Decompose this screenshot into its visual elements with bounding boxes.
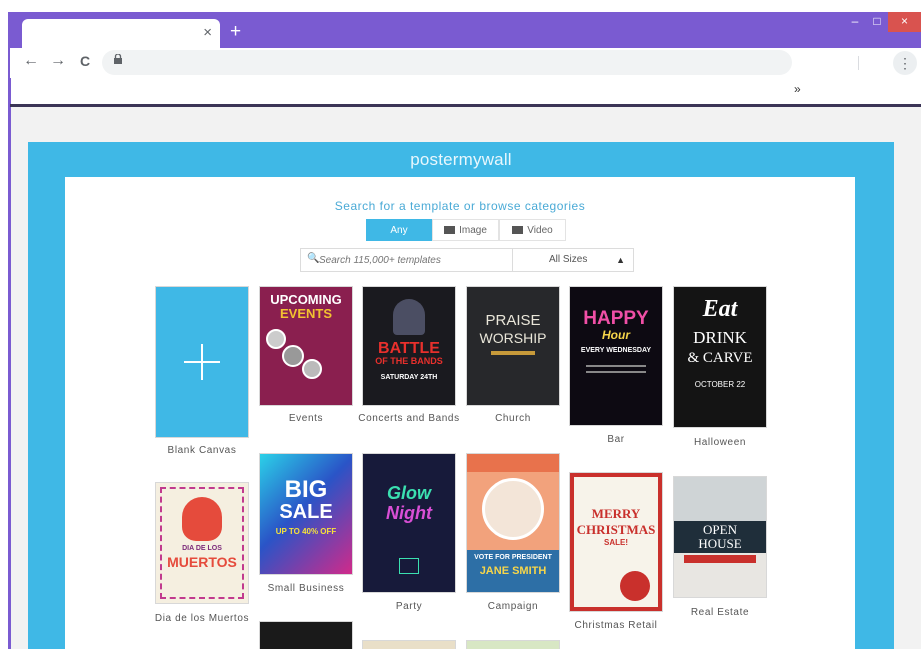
template-panel: Search for a template or browse categori… (65, 177, 855, 649)
category-label[interactable]: Small Business (246, 582, 366, 595)
browser-tab[interactable]: × (22, 19, 220, 48)
template-search[interactable]: 🔍 (300, 248, 513, 272)
category-label[interactable]: Christmas Retail (556, 619, 676, 632)
size-select[interactable]: All Sizes ▲ (512, 248, 634, 272)
reload-icon[interactable]: C (76, 52, 94, 70)
events-poster-thumb[interactable]: UPCOMING EVENTS (260, 287, 352, 405)
back-arrow-icon[interactable]: ← (22, 52, 40, 70)
postermywall-widget: postermywall Search for a template or br… (28, 142, 894, 649)
image-icon (444, 226, 456, 234)
category-label[interactable]: Real Estate (660, 606, 780, 619)
brand-logo[interactable]: postermywall (28, 150, 894, 170)
forward-arrow-icon[interactable]: → (49, 52, 67, 70)
video-camera-icon (512, 226, 524, 234)
party-poster-thumb[interactable]: Glow Night (363, 454, 455, 592)
browser-menu-icon[interactable]: ⋮ (893, 51, 917, 75)
category-label[interactable]: Blank Canvas (142, 444, 262, 457)
category-label[interactable]: Concerts and Bands (349, 412, 469, 425)
select-arrows-icon: ▲ (616, 255, 625, 265)
category-label[interactable]: Halloween (660, 436, 780, 449)
christmas-poster-thumb[interactable]: MERRY CHRISTMAS SALE! (570, 473, 662, 611)
category-label[interactable]: Party (349, 600, 469, 613)
tab-close-icon[interactable]: × (203, 23, 212, 43)
partial-poster-thumb[interactable] (260, 622, 352, 649)
real-estate-poster-thumb[interactable]: OPEN HOUSE (674, 477, 766, 597)
address-bar[interactable] (102, 50, 792, 75)
church-poster-thumb[interactable]: PRAISE WORSHIP (467, 287, 559, 405)
search-heading: Search for a template or browse categori… (334, 199, 586, 213)
filter-any-tab[interactable]: Any (366, 219, 432, 241)
lock-icon (114, 53, 122, 67)
minimize-button[interactable]: – (844, 12, 866, 32)
maximize-button[interactable]: □ (866, 12, 888, 32)
search-input[interactable] (319, 250, 507, 270)
toolbar-divider (858, 56, 859, 70)
category-label[interactable]: Dia de los Muertos (142, 612, 262, 625)
new-tab-button[interactable]: + (230, 20, 241, 44)
bookmarks-overflow-icon[interactable]: » (794, 82, 801, 96)
small-business-poster-thumb[interactable]: BIG SALE UP TO 40% OFF (260, 454, 352, 574)
muertos-poster-thumb[interactable]: DIA DE LOS MUERTOS (156, 483, 248, 603)
category-label[interactable]: Church (453, 412, 573, 425)
category-label[interactable]: Campaign (453, 600, 573, 613)
filter-image-tab[interactable]: Image (432, 219, 499, 241)
concerts-poster-thumb[interactable]: BATTLE OF THE BANDS SATURDAY 24TH (363, 287, 455, 405)
category-label[interactable]: Bar (556, 433, 676, 446)
bar-poster-thumb[interactable]: HAPPY Hour EVERY WEDNESDAY (570, 287, 662, 425)
search-icon: 🔍 (307, 253, 320, 264)
partial-poster-thumb[interactable] (467, 641, 559, 649)
partial-poster-thumb[interactable] (363, 641, 455, 649)
halloween-poster-thumb[interactable]: Eat DRINK & CARVE OCTOBER 22 (674, 287, 766, 427)
category-label[interactable]: Events (246, 412, 366, 425)
filter-video-tab[interactable]: Video (499, 219, 566, 241)
close-window-button[interactable]: × (888, 12, 921, 32)
blank-canvas-thumb[interactable] (156, 287, 248, 437)
browser-window: × + – □ × ← → C ⋮ » postermywall Search … (0, 0, 921, 649)
campaign-poster-thumb[interactable]: VOTE FOR PRESIDENT JANE SMITH (467, 454, 559, 592)
